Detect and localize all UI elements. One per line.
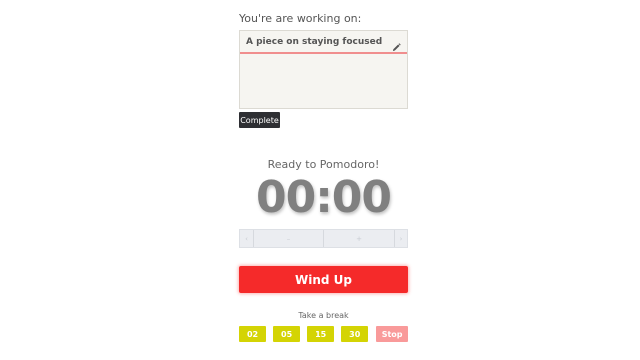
- task-card[interactable]: A piece on staying focused: [239, 30, 408, 109]
- adjust-far-left-button[interactable]: ‹: [240, 230, 254, 247]
- pencil-icon[interactable]: [392, 37, 401, 52]
- pomodoro-app: You're are working on: A piece on stayin…: [0, 0, 640, 360]
- break-02-button[interactable]: 02: [239, 326, 267, 342]
- timer-display: 00:00: [255, 172, 392, 223]
- break-options: 02 05 15 30 Stop: [239, 326, 408, 342]
- wind-up-button[interactable]: Wind Up: [239, 266, 408, 293]
- working-on-heading: You're are working on:: [239, 12, 362, 25]
- break-label: Take a break: [298, 311, 349, 320]
- break-30-button[interactable]: 30: [341, 326, 369, 342]
- decrease-time-button[interactable]: –: [254, 230, 324, 247]
- break-05-button[interactable]: 05: [273, 326, 301, 342]
- stop-button[interactable]: Stop: [376, 326, 408, 342]
- timer-status: Ready to Pomodoro!: [267, 158, 380, 171]
- timer-adjust-bar: ‹ – + ›: [239, 229, 408, 248]
- task-title-row: A piece on staying focused: [240, 31, 407, 54]
- complete-button[interactable]: Complete: [239, 112, 280, 128]
- increase-time-button[interactable]: +: [324, 230, 395, 247]
- break-15-button[interactable]: 15: [307, 326, 335, 342]
- adjust-far-right-button[interactable]: ›: [395, 230, 407, 247]
- task-title[interactable]: A piece on staying focused: [246, 37, 392, 47]
